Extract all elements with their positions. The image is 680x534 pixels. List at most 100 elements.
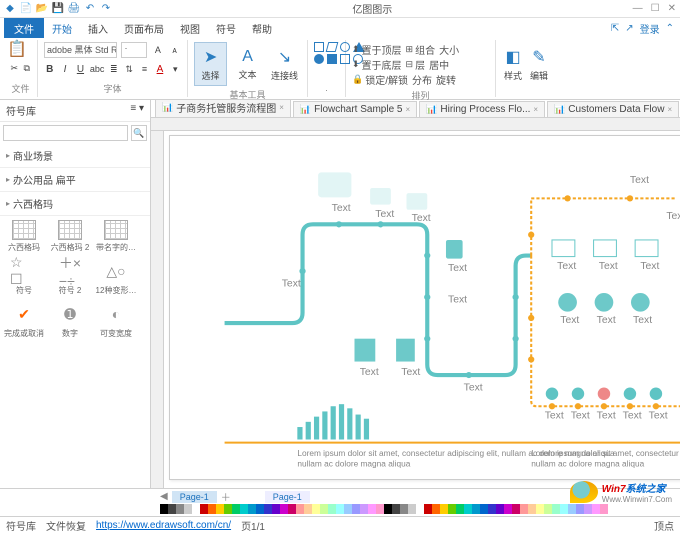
style-button[interactable]: ◧样式 [502, 42, 524, 86]
shape-item[interactable]: ＋×−÷符号 2 [50, 259, 90, 296]
color-swatch[interactable] [328, 504, 336, 514]
color-swatch[interactable] [496, 504, 504, 514]
page[interactable]: TextTextText TextTextText TextTextText T… [169, 135, 680, 480]
color-swatch[interactable] [512, 504, 520, 514]
center[interactable]: 居中 [429, 57, 449, 72]
canvas[interactable]: TextTextText TextTextText TextTextText T… [151, 131, 680, 488]
color-swatch[interactable] [520, 504, 528, 514]
add-page-icon[interactable]: ＋ [221, 489, 231, 504]
category-office[interactable]: 办公用品 扁平 [0, 168, 150, 192]
tab-symbol[interactable]: 符号 [208, 18, 244, 38]
status-recover[interactable]: 文件恢复 [46, 518, 86, 533]
panel-menu-icon[interactable]: ≡ ▾ [130, 103, 144, 118]
tool-text[interactable]: A文本 [231, 42, 264, 86]
color-swatch[interactable] [376, 504, 384, 514]
color-swatch[interactable] [408, 504, 416, 514]
maximize-icon[interactable]: ☐ [651, 3, 660, 14]
color-swatch[interactable] [160, 504, 168, 514]
color-swatch[interactable] [456, 504, 464, 514]
shape-item[interactable]: ☆ ☐符号 [4, 259, 44, 296]
new-icon[interactable]: 📄 [20, 3, 32, 15]
fontcolor-icon[interactable]: A [154, 62, 165, 76]
color-swatch[interactable] [576, 504, 584, 514]
color-swatch[interactable] [312, 504, 320, 514]
color-swatch[interactable] [416, 504, 424, 514]
page-tab[interactable]: Page-1 [172, 491, 217, 503]
close-icon[interactable]: ✕ [668, 3, 676, 14]
shape-item[interactable]: ◐可变宽度 [96, 302, 136, 339]
lock[interactable]: 🔒 锁定/解锁 [352, 72, 408, 87]
color-swatch[interactable] [536, 504, 544, 514]
color-swatch[interactable] [480, 504, 488, 514]
undo-icon[interactable]: ↶ [84, 3, 96, 15]
print-icon[interactable]: 🖨 [68, 3, 80, 15]
tab-layout[interactable]: 页面布局 [116, 18, 172, 38]
color-swatch[interactable] [344, 504, 352, 514]
shape-palette[interactable] [314, 42, 339, 64]
page-tab-2[interactable]: Page-1 [265, 491, 310, 503]
distribute[interactable]: 分布 [412, 72, 432, 87]
align-icon[interactable]: ≡ [139, 62, 150, 76]
color-swatch[interactable] [232, 504, 240, 514]
status-symbols[interactable]: 符号库 [6, 518, 36, 533]
color-swatch[interactable] [288, 504, 296, 514]
shape-item[interactable]: 带名字的… [96, 220, 136, 253]
color-swatch[interactable] [600, 504, 608, 514]
color-swatch[interactable] [568, 504, 576, 514]
color-swatch[interactable] [552, 504, 560, 514]
save-icon[interactable]: 💾 [52, 3, 64, 15]
color-swatch[interactable] [400, 504, 408, 514]
cut-icon[interactable]: ✂ [10, 61, 19, 75]
category-sigma[interactable]: 六西格玛 [0, 192, 150, 216]
color-swatch[interactable] [440, 504, 448, 514]
search-button[interactable]: 🔍 [131, 125, 147, 141]
color-swatch[interactable] [296, 504, 304, 514]
color-swatch[interactable] [248, 504, 256, 514]
linespace-icon[interactable]: ⇅ [124, 62, 135, 76]
paste-icon[interactable]: 📋 [10, 42, 24, 56]
underline-icon[interactable]: U [75, 62, 86, 76]
tool-connector[interactable]: ↘连接线 [268, 42, 301, 86]
share-icon[interactable]: ↗ [625, 23, 633, 34]
size[interactable]: 大小 [439, 42, 459, 57]
bring-front[interactable]: ⬆ 置于顶层 [352, 42, 402, 57]
color-swatch[interactable] [304, 504, 312, 514]
font-size[interactable]: · [121, 42, 147, 58]
color-swatch[interactable] [240, 504, 248, 514]
color-swatch[interactable] [472, 504, 480, 514]
tab-view[interactable]: 视图 [172, 18, 208, 38]
shape-item[interactable]: ➊数字 [50, 302, 90, 339]
color-swatch[interactable] [360, 504, 368, 514]
shape-item[interactable]: 六西格玛 2 [50, 220, 90, 253]
open-icon[interactable]: 📂 [36, 3, 48, 15]
color-swatch[interactable] [560, 504, 568, 514]
grow-font-icon[interactable]: A [151, 43, 164, 57]
color-swatch[interactable] [544, 504, 552, 514]
tab-start[interactable]: 开始 [44, 18, 80, 38]
strike-icon[interactable]: abc [90, 62, 104, 76]
highlight-icon[interactable]: ▾ [170, 62, 181, 76]
shape-item[interactable]: △○12种变形… [96, 259, 136, 296]
color-swatch[interactable] [504, 504, 512, 514]
edit-button[interactable]: ✎编辑 [528, 42, 550, 86]
doc-tab[interactable]: 📊 子商务托管服务流程图 × [155, 100, 291, 117]
color-swatch[interactable] [384, 504, 392, 514]
color-swatch[interactable] [192, 504, 200, 514]
tool-select[interactable]: ➤选择 [194, 42, 227, 86]
color-bar[interactable] [160, 504, 680, 516]
font-selector[interactable]: adobe 黑体 Std R [44, 42, 117, 58]
tab-help[interactable]: 帮助 [244, 18, 280, 38]
color-swatch[interactable] [448, 504, 456, 514]
combine[interactable]: ⊞ 组合 [406, 42, 436, 57]
collapse-ribbon-icon[interactable]: ⌃ [666, 23, 674, 34]
color-swatch[interactable] [368, 504, 376, 514]
shrink-font-icon[interactable]: ᴀ [168, 43, 181, 57]
rotate[interactable]: 旋转 [436, 72, 456, 87]
color-swatch[interactable] [424, 504, 432, 514]
prev-page-icon[interactable]: ◀ [160, 491, 168, 502]
color-swatch[interactable] [176, 504, 184, 514]
color-swatch[interactable] [280, 504, 288, 514]
color-swatch[interactable] [216, 504, 224, 514]
expand-icon[interactable]: ⇱ [611, 23, 619, 34]
color-swatch[interactable] [208, 504, 216, 514]
